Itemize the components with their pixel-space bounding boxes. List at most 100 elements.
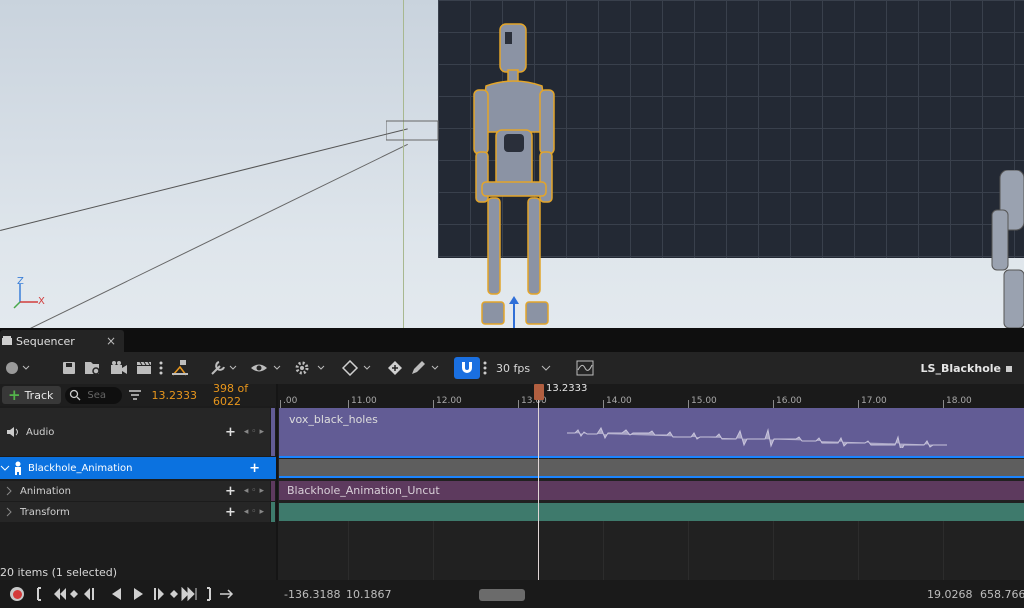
timeline-scroll-thumb[interactable] (479, 589, 525, 601)
animation-section[interactable]: Blackhole_Animation_Uncut (279, 481, 1024, 500)
add-icon[interactable]: + (225, 484, 236, 499)
grid-line (348, 521, 349, 580)
key-diamond-icon (342, 360, 371, 376)
track-label: Animation (20, 485, 71, 497)
guide-line (403, 0, 404, 328)
ruler-tick (688, 400, 689, 408)
playback-options-dropdown[interactable] (292, 356, 330, 380)
save-icon (63, 362, 75, 374)
key-options-dropdown[interactable] (340, 356, 376, 380)
add-icon[interactable]: + (225, 425, 236, 440)
sequence-name-label: LS_Blackhole (920, 362, 1001, 375)
close-icon[interactable]: × (106, 334, 116, 348)
save-button[interactable] (58, 356, 80, 380)
ruler-tick-label: 14.00 (606, 396, 632, 406)
add-icon[interactable]: + (249, 461, 260, 476)
robot-character[interactable] (472, 22, 556, 328)
playhead-line[interactable] (538, 384, 539, 580)
chevron-down-icon (541, 365, 551, 371)
clapper-button[interactable] (132, 356, 156, 380)
auto-key-button[interactable] (382, 356, 408, 380)
find-asset-button[interactable] (80, 356, 106, 380)
track-row-transform[interactable]: Transform + ◂ ◦ ▸ (0, 502, 270, 522)
tab-sequencer[interactable]: Sequencer × (0, 330, 124, 352)
render-movie-icon (111, 361, 127, 374)
selection-line (279, 476, 1024, 478)
ruler-tick (280, 400, 281, 408)
snap-options-button[interactable] (480, 356, 490, 380)
add-track-button[interactable]: + Track (2, 386, 62, 404)
playhead-handle[interactable] (534, 384, 544, 400)
jump-to-end-icon (207, 587, 211, 601)
step-back-frame-icon (84, 588, 94, 600)
view-range-start[interactable]: -136.3188 (284, 588, 340, 601)
working-range-end[interactable]: 19.0268 (927, 588, 973, 601)
track-color-bar (271, 481, 275, 501)
track-controls[interactable]: + ◂ ◦ ▸ (225, 484, 264, 499)
clapper-icon (137, 361, 151, 374)
grid-line (858, 521, 859, 580)
tools-dropdown[interactable] (208, 356, 242, 380)
add-icon[interactable]: + (225, 505, 236, 520)
audio-section[interactable]: vox_black_holes (279, 408, 1024, 456)
second-character (991, 170, 1024, 328)
track-row-audio[interactable]: Audio + ◂ ◦ ▸ (0, 408, 270, 456)
gear-icon (295, 361, 325, 375)
auto-key-icon (388, 361, 402, 375)
track-controls[interactable]: + ◂ ◦ ▸ (225, 425, 264, 440)
current-time-display[interactable]: 13.2333 (152, 389, 198, 402)
transform-section[interactable] (279, 503, 1024, 521)
playhead-time-label: 13.2333 (546, 383, 588, 394)
world-dropdown[interactable] (0, 356, 36, 380)
timeline-scrollbar[interactable] (395, 589, 815, 601)
playback-buttons (37, 587, 234, 601)
pencil-icon (412, 361, 439, 374)
fps-dropdown[interactable]: 30 fps (496, 356, 560, 380)
plus-icon: + (8, 386, 21, 404)
record-button[interactable] (10, 587, 24, 601)
track-search-input[interactable]: Sea (65, 386, 123, 404)
skeletal-mesh-icon (15, 461, 21, 475)
play-reverse-icon (112, 588, 121, 600)
tab-title: Sequencer (16, 334, 75, 348)
track-row-animation[interactable]: Animation + ◂ ◦ ▸ (0, 481, 270, 501)
level-viewport[interactable]: Z X (0, 0, 1024, 328)
translate-arrow-icon[interactable] (506, 296, 522, 328)
curve-editor-icon (576, 360, 594, 376)
more-icon (159, 361, 163, 375)
snap-toggle-button[interactable] (454, 357, 480, 379)
wireframe-box (386, 120, 439, 141)
chevron-right-icon (6, 507, 12, 517)
working-range-start[interactable]: 10.1867 (346, 588, 392, 601)
render-movie-button[interactable] (106, 356, 132, 380)
sequence-tree-button[interactable] (166, 356, 194, 380)
find-asset-icon (85, 362, 100, 375)
frame-counter: 398 of 6022 (213, 382, 249, 408)
ruler-tick (773, 400, 774, 408)
chevron-right-icon (6, 486, 12, 496)
sequence-tree-icon (172, 360, 188, 376)
track-controls[interactable]: + (249, 461, 266, 476)
speaker-icon (7, 427, 18, 437)
add-track-label: Track (24, 388, 54, 402)
animation-section-label: Blackhole_Animation_Uncut (287, 484, 440, 497)
curve-editor-button[interactable] (574, 356, 596, 380)
ruler-tick (603, 400, 604, 408)
axis-z-label: Z (17, 276, 24, 287)
time-ruler[interactable] (278, 384, 1024, 408)
edit-mode-dropdown[interactable] (408, 356, 444, 380)
track-label: Audio (26, 426, 55, 438)
blackhole-animation-lane[interactable] (279, 459, 1024, 476)
ruler-tick-label: 16.00 (776, 396, 802, 406)
more-options-button[interactable] (156, 356, 166, 380)
view-range-end[interactable]: 658.7667 (980, 588, 1024, 601)
track-controls[interactable]: + ◂ ◦ ▸ (225, 505, 264, 520)
view-options-dropdown[interactable] (248, 356, 286, 380)
track-row-blackhole-animation[interactable]: Blackhole_Animation + (0, 457, 276, 479)
filter-icon[interactable] (128, 389, 142, 401)
axis-gizmo: Z X (12, 276, 52, 315)
grid-line (943, 521, 944, 580)
ruler-tick-label: .00 (283, 396, 298, 406)
fps-label: 30 fps (496, 361, 531, 375)
ruler-tick-label: 15.00 (691, 396, 717, 406)
